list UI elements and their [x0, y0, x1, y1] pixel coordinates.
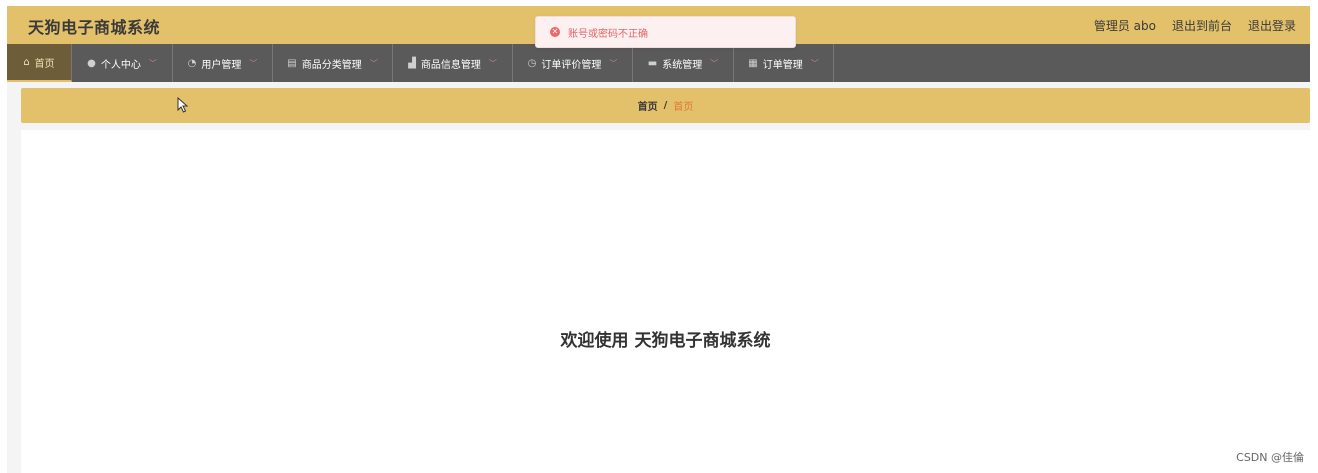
chevron-down-icon: ﹀	[369, 58, 378, 68]
nav-item-system[interactable]: ▬ 系统管理 ﹀	[633, 44, 734, 82]
clock-icon: ◷	[527, 57, 537, 69]
welcome-message: 欢迎使用 天狗电子商城系统	[560, 331, 771, 351]
nav-item-label: 订单管理	[762, 59, 803, 71]
nav-item-label: 商品分类管理	[301, 59, 362, 71]
nav-item-category[interactable]: ▤ 商品分类管理 ﹀	[273, 44, 393, 82]
chevron-down-icon: ﹀	[488, 58, 497, 68]
grid-icon: ▦	[748, 57, 758, 69]
admin-user-label[interactable]: 管理员 abo	[1094, 17, 1156, 34]
error-icon: ✕	[550, 27, 560, 37]
nav-item-label: 用户管理	[201, 59, 242, 71]
nav-item-label: 个人中心	[100, 59, 141, 71]
dashboard-icon: ◔	[187, 57, 197, 69]
mouse-cursor-icon	[177, 97, 189, 113]
toast-message: 账号或密码不正确	[568, 28, 648, 40]
chart-icon: ▟	[408, 57, 416, 69]
nav-item-orders[interactable]: ▦ 订单管理 ﹀	[734, 44, 834, 82]
main-nav: ⌂ 首页 ● 个人中心 ﹀ ◔ 用户管理 ﹀ ▤ 商品分类管理 ﹀ ▟ 商品信息…	[7, 44, 1310, 82]
back-to-front-link[interactable]: 退出到前台	[1172, 17, 1232, 34]
nav-item-home[interactable]: ⌂ 首页	[7, 44, 72, 82]
breadcrumb-separator: /	[663, 100, 668, 111]
watermark: CSDN @佳倫	[1236, 451, 1304, 464]
nav-item-label: 订单评价管理	[541, 59, 602, 71]
home-icon: ⌂	[23, 56, 30, 68]
nav-item-profile[interactable]: ● 个人中心 ﹀	[72, 44, 173, 82]
chevron-down-icon: ﹀	[249, 58, 258, 68]
breadcrumb-home[interactable]: 首页	[638, 98, 658, 113]
nav-item-label: 首页	[34, 58, 55, 70]
error-toast: ✕ 账号或密码不正确	[535, 16, 796, 48]
chevron-down-icon: ﹀	[710, 58, 719, 68]
logout-link[interactable]: 退出登录	[1248, 17, 1296, 34]
chevron-down-icon: ﹀	[148, 58, 157, 68]
nav-item-products[interactable]: ▟ 商品信息管理 ﹀	[393, 44, 513, 82]
nav-item-label: 商品信息管理	[420, 59, 481, 71]
nav-item-reviews[interactable]: ◷ 订单评价管理 ﹀	[513, 44, 633, 82]
monitor-icon: ▬	[647, 57, 658, 69]
app-title: 天狗电子商城系统	[28, 18, 161, 37]
breadcrumb-current: 首页	[673, 102, 694, 113]
header-links: 管理员 abo 退出到前台 退出登录	[1094, 17, 1296, 34]
chevron-down-icon: ﹀	[609, 58, 618, 68]
main-content: 欢迎使用 天狗电子商城系统	[21, 130, 1310, 473]
clipboard-icon: ▤	[287, 57, 297, 69]
person-icon: ●	[87, 57, 96, 69]
chevron-down-icon: ﹀	[810, 58, 819, 68]
nav-item-users[interactable]: ◔ 用户管理 ﹀	[173, 44, 273, 82]
nav-item-label: 系统管理	[662, 59, 703, 71]
app-frame: 天狗电子商城系统 管理员 abo 退出到前台 退出登录 ⌂ 首页 ● 个人中心 …	[7, 6, 1310, 473]
breadcrumb: 首页 / 首页	[21, 88, 1310, 123]
